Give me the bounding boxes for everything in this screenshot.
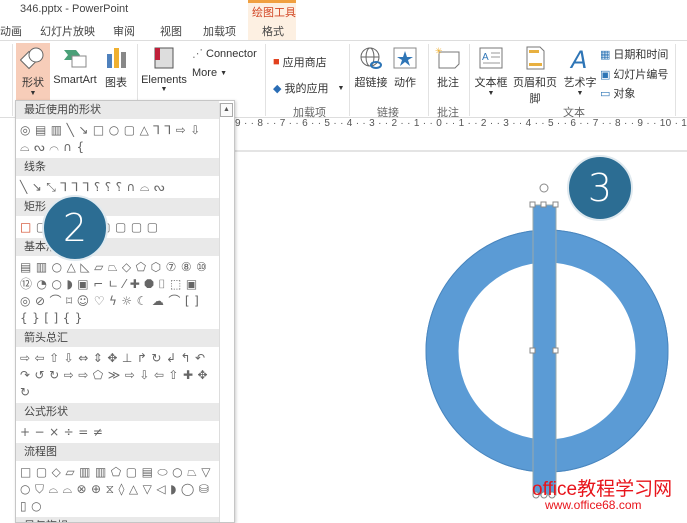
- star-action-icon: [393, 47, 417, 69]
- elements-label: Elements: [141, 74, 187, 86]
- svg-text:A: A: [482, 52, 489, 63]
- horizontal-ruler[interactable]: 9 · · 8 · · 7 · · 6 · · 5 · · 4 · · 3 · …: [235, 118, 687, 130]
- elements-icon: [154, 47, 174, 69]
- scrollbar[interactable]: ▲: [219, 103, 233, 522]
- tab-slideshow[interactable]: 幻灯片放映: [40, 23, 95, 39]
- smartart-button[interactable]: SmartArt: [53, 46, 97, 86]
- smartart-label: SmartArt: [53, 74, 97, 86]
- my-apps-label: 我的应用: [284, 83, 329, 95]
- tab-format[interactable]: 格式: [262, 23, 284, 39]
- comment-button[interactable]: ✳ 批注: [434, 46, 462, 90]
- datetime-button[interactable]: ▦ 日期和时间: [600, 46, 668, 62]
- shape-options-row[interactable]: ▤▥○△◺▱⏢◇⬠⬡⑦⑧⑩⑫◔○◗▣⌐ㄴ⁄✚⯃⌷⬚▣◎⊘⌒⌑☺♡ϟ☼☾☁⌒[]{…: [16, 256, 219, 329]
- wordart-button[interactable]: A 艺术字 ▼: [563, 46, 597, 97]
- shape-gallery-dropdown: 最近使用的形状 ◎▤▥╲↘□○▢△⅂⅂⇨⇩⌓ᔓ⌒∩{线条 ╲↘⤡⅂⅂⅂⸮⸮⸮∩⌓ᔓ 矩…: [15, 100, 235, 523]
- datetime-label: 日期和时间: [613, 49, 669, 61]
- store-icon: ■: [273, 56, 280, 68]
- window-title: 346.pptx - PowerPoint: [20, 3, 129, 15]
- elements-button[interactable]: Elements ▼: [140, 46, 188, 93]
- globe-link-icon: [360, 47, 382, 69]
- tab-view[interactable]: 视图: [160, 23, 182, 39]
- divider: [265, 44, 266, 116]
- shape-options-row[interactable]: □▢◇▱▥▥⬠▢▤⬭○⏢▽○⛉⌓⌓⊗⊕⧖◊△▽◁◗◯⛁▯○: [16, 461, 219, 517]
- divider: [469, 44, 470, 116]
- textbox-button[interactable]: A 文本框 ▼: [474, 46, 508, 97]
- svg-text:✳: ✳: [435, 46, 443, 56]
- svg-text:A: A: [569, 46, 587, 70]
- scroll-up-button[interactable]: ▲: [220, 103, 233, 117]
- action-label: 动作: [394, 77, 416, 89]
- more-label: More: [192, 67, 218, 79]
- tab-review[interactable]: 审阅: [113, 23, 135, 39]
- gallery-category-header: 线条: [16, 158, 219, 176]
- gallery-category-header: 公式形状: [16, 403, 219, 421]
- object-label: 对象: [613, 88, 636, 100]
- slide-number-button[interactable]: ▣ 幻灯片编号: [600, 66, 668, 82]
- tab-addins[interactable]: 加载项: [203, 23, 236, 39]
- textbox-icon: A: [479, 47, 503, 69]
- shape-options-row[interactable]: +−×÷=≠: [16, 421, 219, 443]
- divider: [675, 44, 676, 116]
- hyperlink-button[interactable]: 超链接: [354, 46, 388, 90]
- connector-label: Connector: [206, 47, 257, 60]
- shape-options-row[interactable]: ◎▤▥╲↘□○▢△⅂⅂⇨⇩⌓ᔓ⌒∩{: [16, 119, 219, 158]
- canvas-top: [235, 130, 687, 152]
- object-icon: ▭: [600, 87, 611, 100]
- divider: [12, 44, 13, 116]
- comment-icon: ✳: [435, 46, 460, 69]
- step-badge-2: 2: [42, 195, 108, 261]
- shapes-label: 形状: [22, 77, 44, 89]
- hyperlink-label: 超链接: [354, 77, 388, 89]
- object-button[interactable]: ▭ 对象: [600, 85, 635, 101]
- chart-button[interactable]: 图表: [102, 46, 130, 90]
- calendar-clock-icon: ▦: [600, 48, 611, 61]
- divider: [349, 44, 350, 116]
- tab-animations[interactable]: 动画: [0, 23, 22, 39]
- app-store-label: 应用商店: [282, 57, 327, 69]
- watermark-title: office教程学习网: [532, 479, 673, 500]
- wordart-label: 艺术字: [563, 77, 597, 89]
- chevron-down-icon: ▼: [337, 84, 345, 92]
- smartart-icon: [64, 50, 87, 68]
- rotate-handle[interactable]: [539, 183, 549, 193]
- action-button[interactable]: 动作: [392, 46, 418, 90]
- header-footer-icon: [526, 46, 545, 70]
- textbox-label: 文本框: [474, 77, 508, 89]
- shape-options-row[interactable]: ╲↘⤡⅂⅂⅂⸮⸮⸮∩⌓ᔓ: [16, 176, 219, 198]
- my-apps-button[interactable]: ◆ 我的应用 ▼: [273, 80, 344, 96]
- shape-options-row[interactable]: ⇨⇦⇧⇩⇔⇕✥⊥↱↻↲↰↶↷↺↻⇨⇨⬠≫⇨⇩⇦⇧✚✥↻: [16, 347, 219, 403]
- slide-number-icon: ▣: [600, 68, 611, 81]
- chart-label: 图表: [105, 77, 127, 89]
- divider: [428, 44, 429, 116]
- gallery-category-header: 流程图: [16, 443, 219, 461]
- apps-icon: ◆: [273, 82, 282, 95]
- header-footer-button[interactable]: 页眉和页脚: [509, 46, 561, 106]
- context-tab-label: 绘图工具: [252, 7, 296, 19]
- gallery-category-header: 星与旗帜: [16, 517, 219, 522]
- slide-number-label: 幻灯片编号: [613, 69, 669, 81]
- wordart-icon: A: [569, 46, 587, 70]
- watermark-url: www.office68.com: [545, 498, 642, 512]
- comment-label: 批注: [437, 77, 459, 89]
- gallery-category-header: 箭头总汇: [16, 329, 219, 347]
- shapes-icon: [20, 47, 44, 70]
- shapes-button[interactable]: 形状 ▼: [16, 43, 50, 100]
- chevron-down-icon: ▼: [220, 69, 227, 77]
- more-button[interactable]: More ▼: [192, 67, 227, 79]
- header-footer-label: 页眉和页脚: [513, 77, 557, 105]
- connector-icon: ⋰: [192, 48, 203, 60]
- app-store-button[interactable]: ■ 应用商店: [273, 54, 327, 70]
- chart-icon: [107, 48, 126, 68]
- connector-button[interactable]: ⋰ Connector: [192, 47, 257, 61]
- gallery-category-header: 最近使用的形状: [16, 101, 219, 119]
- step-badge-3: 3: [567, 155, 633, 221]
